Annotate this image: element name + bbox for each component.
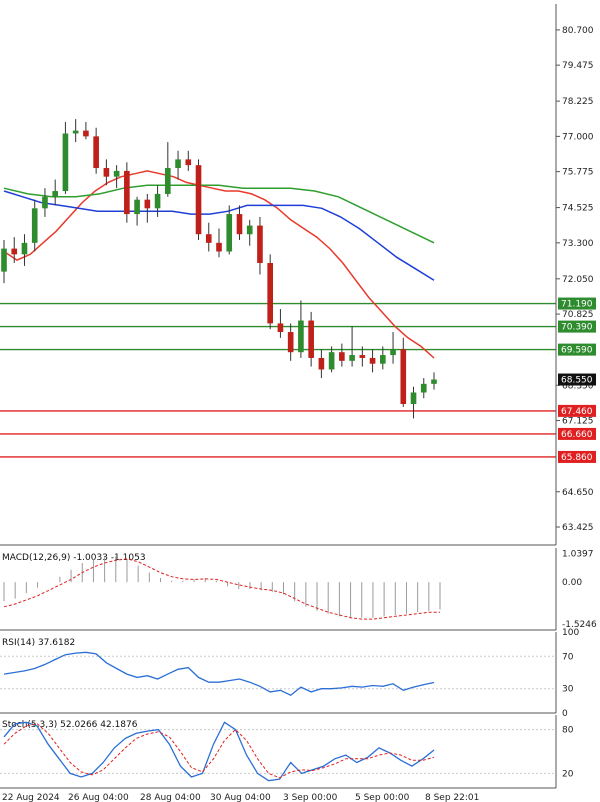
candle-body bbox=[83, 130, 89, 137]
price-tick-label: 77.000 bbox=[562, 132, 594, 142]
candle-body bbox=[154, 193, 161, 209]
candle-body bbox=[144, 199, 151, 209]
level-tag-label: 69.590 bbox=[561, 346, 593, 356]
level-tag-label: 67.460 bbox=[561, 407, 593, 417]
candle-body bbox=[431, 379, 437, 384]
stoch-tick-label: 80 bbox=[562, 726, 574, 736]
price-tick-label: 64.650 bbox=[562, 488, 594, 498]
last-price-label: 68.550 bbox=[561, 376, 593, 386]
rsi-tick-label: 30 bbox=[562, 685, 574, 695]
candle-body bbox=[93, 136, 99, 169]
price-tick-label: 74.525 bbox=[562, 204, 594, 214]
stoch-label: Stoch(5,3,3) 52.0266 42.1876 bbox=[2, 720, 138, 730]
ma-fast-line bbox=[3, 170, 435, 359]
trading-chart: 80.700 79.475 78.225 77.000 75.775 74.525 73.3… bbox=[0, 4, 597, 802]
candle-body bbox=[318, 357, 325, 370]
price-tick-label: 70.825 bbox=[562, 310, 594, 320]
level-tag-label: 70.390 bbox=[561, 323, 593, 333]
time-tick-label: 30 Aug 04:00 bbox=[210, 793, 271, 802]
stoch-tick-label: 20 bbox=[562, 769, 574, 779]
price-tick-label: 79.475 bbox=[562, 61, 594, 71]
stoch-k-line bbox=[3, 721, 435, 782]
time-tick-label: 8 Sep 22:01 bbox=[425, 793, 479, 802]
macd-signal-line bbox=[3, 558, 440, 620]
candle-body bbox=[369, 357, 376, 364]
price-tick-label: 67.125 bbox=[562, 417, 594, 427]
level-tag-label: 71.190 bbox=[561, 300, 593, 310]
rsi-tick-label: 100 bbox=[562, 628, 579, 638]
candle-body bbox=[349, 355, 355, 361]
price-tick-label: 63.425 bbox=[562, 523, 594, 533]
rsi-tick-label: 70 bbox=[562, 652, 574, 662]
candle-body bbox=[287, 332, 294, 353]
macd-tick-label: 1.0397 bbox=[562, 550, 594, 560]
candle-body bbox=[52, 191, 59, 197]
candle-body bbox=[339, 352, 345, 361]
candle-body bbox=[164, 168, 171, 194]
candle-body bbox=[21, 242, 28, 255]
candle-body bbox=[195, 165, 202, 235]
candle-body bbox=[185, 159, 192, 166]
price-tick-label: 80.700 bbox=[562, 26, 594, 36]
level-tag-label: 65.860 bbox=[561, 453, 593, 463]
price-tick-label: 73.300 bbox=[562, 239, 594, 249]
candle-body bbox=[236, 214, 243, 235]
time-tick-label: 5 Sep 00:00 bbox=[355, 793, 410, 802]
candle-body bbox=[410, 392, 417, 404]
candle-body bbox=[62, 133, 69, 192]
candle-body bbox=[72, 130, 79, 134]
rsi-tick-label: 0 bbox=[562, 709, 568, 719]
candle-body bbox=[226, 214, 233, 252]
stoch-panel: Stoch(5,3,3) 52.0266 42.1876 80 20 bbox=[0, 720, 574, 782]
time-tick-label: 3 Sep 00:00 bbox=[283, 793, 338, 802]
candle-body bbox=[42, 196, 48, 209]
candle-body bbox=[175, 159, 181, 169]
candle-body bbox=[257, 225, 263, 263]
price-tick-label: 72.050 bbox=[562, 275, 594, 285]
candle-body bbox=[11, 248, 18, 255]
rsi-panel: RSI(14) 37.6182 100 70 30 0 bbox=[0, 628, 579, 719]
candle-body bbox=[216, 242, 222, 252]
candle-body bbox=[390, 349, 396, 356]
candle-body bbox=[103, 168, 110, 177]
candle-body bbox=[277, 323, 284, 333]
price-tick-label: 75.775 bbox=[562, 168, 594, 178]
candle-body bbox=[124, 170, 130, 215]
candle-body bbox=[359, 355, 366, 358]
candle-body bbox=[205, 234, 212, 243]
candle-body bbox=[267, 262, 274, 324]
time-tick-label: 28 Aug 04:00 bbox=[140, 793, 201, 802]
time-tick-label: 22 Aug 2024 bbox=[2, 793, 60, 802]
price-tick-label: 78.225 bbox=[562, 97, 594, 107]
candle-body bbox=[134, 199, 140, 215]
level-tag-label: 66.660 bbox=[561, 430, 593, 440]
rsi-label: RSI(14) 37.6182 bbox=[2, 638, 75, 648]
candle-body bbox=[246, 225, 253, 235]
candle-body bbox=[328, 352, 335, 370]
macd-tick-label: 0.00 bbox=[562, 578, 582, 588]
candle-body bbox=[379, 355, 386, 364]
macd-panel: MACD(12,26,9) -1.0033 -1.1053 1.0397 0.00… bbox=[2, 550, 597, 630]
candle-body bbox=[1, 248, 7, 272]
candle-body bbox=[400, 349, 407, 404]
candle-body bbox=[31, 208, 38, 243]
candle-body bbox=[298, 320, 304, 353]
candle-body bbox=[420, 383, 427, 393]
candle-body bbox=[113, 170, 120, 177]
price-panel: 80.700 79.475 78.225 77.000 75.775 74.525 73.3… bbox=[0, 26, 596, 533]
candle-body bbox=[308, 320, 314, 358]
macd-label: MACD(12,26,9) -1.0033 -1.1053 bbox=[2, 553, 146, 563]
time-axis: 22 Aug 2024 26 Aug 04:00 28 Aug 04:00 30 Au… bbox=[2, 793, 479, 802]
time-tick-label: 26 Aug 04:00 bbox=[68, 793, 129, 802]
